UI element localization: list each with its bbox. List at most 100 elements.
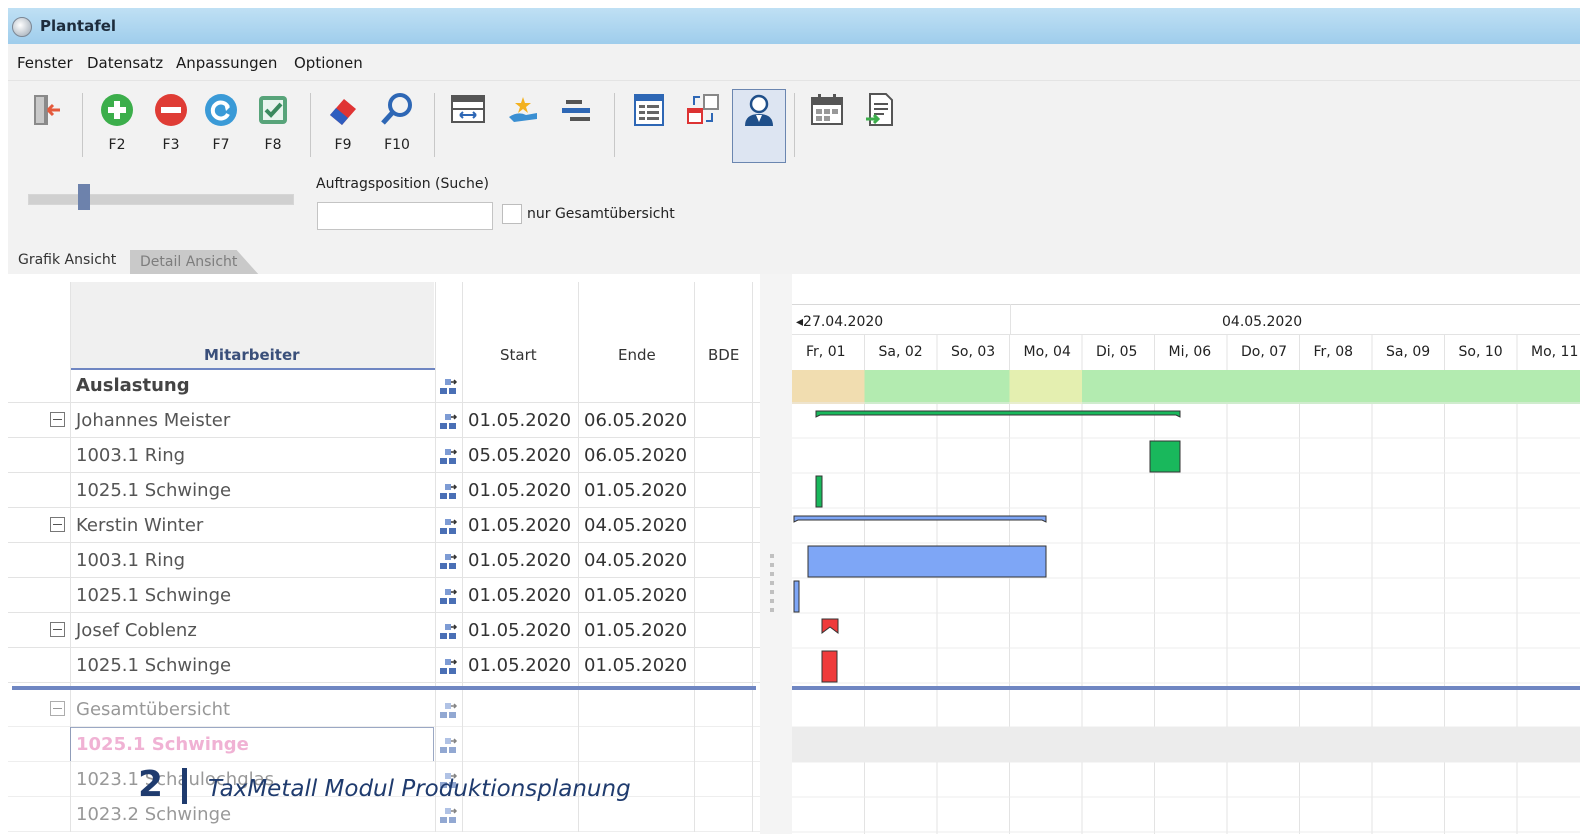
row-mitarbeiter: 1003.1 Ring [76,550,186,571]
calendar-button[interactable] [804,89,850,159]
user-icon [745,94,773,126]
row-mitarbeiter: 1025.1 Schwinge [76,480,232,501]
refresh-button[interactable]: F7 [198,89,244,159]
table-row[interactable]: 1025.1 Schwinge 01.05.2020 01.05.2020 [8,648,760,683]
menu-datensatz[interactable]: Datensatz [87,54,163,72]
row-link-button[interactable] [438,735,458,759]
save-button[interactable]: F8 [250,89,296,159]
tab-detail-ansicht[interactable]: Detail Ansicht [130,250,260,276]
row-link-button[interactable] [438,411,458,435]
add-button[interactable]: F2 [94,89,140,159]
page-number: 2 [138,764,164,805]
table-row[interactable]: Kerstin Winter 01.05.2020 04.05.2020 [8,508,760,543]
task-bar-1025-1-schwinge-jc [821,650,838,683]
load-cell [1154,370,1227,404]
row-ende: 01.05.2020 [584,480,688,501]
collapse-toggle[interactable] [50,412,65,427]
collapse-toggle[interactable] [50,622,65,637]
row-link-button[interactable] [438,481,458,505]
summary-marker-josef-coblenz [821,618,839,634]
align-icon [562,100,590,121]
row-link-button[interactable] [438,656,458,680]
link-icon [440,738,458,753]
auftragsposition-search-input[interactable] [317,202,493,230]
gesamtuebersicht-checkbox[interactable] [502,204,522,224]
menu-anpassungen[interactable]: Anpassungen [176,54,277,72]
overview-row[interactable]: Gesamtübersicht [8,692,760,727]
row-link-button[interactable] [438,551,458,575]
search-field-label: Auftragsposition (Suche) [316,176,489,192]
row-link-button[interactable] [438,621,458,645]
row-link-button[interactable] [438,805,458,829]
link-icon [440,589,458,604]
row-link-button[interactable] [438,700,458,724]
overview-row[interactable]: 1023.2 Schwinge [8,797,760,832]
panel-splitter[interactable] [760,274,792,834]
table-row[interactable]: Auslastung [8,368,760,403]
tab-grafik-ansicht[interactable]: Grafik Ansicht [18,252,116,268]
task-bar-1003-1-ring [1149,440,1181,473]
search-button[interactable]: F10 [374,89,420,159]
row-ende: 04.05.2020 [584,550,688,571]
row-link-button[interactable] [438,376,458,400]
task-bar-1025-1-schwinge-kw [793,580,800,613]
add-icon [101,94,133,126]
document-export-button[interactable] [858,89,904,159]
column-header-mitarbeiter[interactable]: Mitarbeiter [204,346,300,364]
zoom-slider-thumb[interactable] [78,184,90,210]
toolbar-separator [310,93,311,157]
table-row[interactable]: Josef Coblenz 01.05.2020 01.05.2020 [8,613,760,648]
column-header-bde[interactable]: BDE [708,346,739,364]
row-link-button[interactable] [438,516,458,540]
table-row[interactable]: 1025.1 Schwinge 01.05.2020 01.05.2020 [8,473,760,508]
toolbar-separator [794,93,795,157]
eraser-button[interactable]: F9 [320,89,366,159]
overview-row-name: Gesamtübersicht [76,699,231,720]
table-row[interactable]: 1025.1 Schwinge 01.05.2020 01.05.2020 [8,578,760,613]
table-row[interactable]: 1003.1 Ring 05.05.2020 06.05.2020 [8,438,760,473]
eraser-icon [330,99,356,125]
app-icon [12,17,32,37]
load-cell [1372,370,1445,404]
overview-row-name: 1023.2 Schwinge [76,804,232,825]
table-row[interactable]: Johannes Meister 01.05.2020 06.05.2020 [8,403,760,438]
hand-star-button[interactable] [500,89,546,159]
form-button[interactable] [626,89,672,159]
calendar-transfer-button[interactable] [680,89,726,159]
table-row[interactable]: 1003.1 Ring 01.05.2020 04.05.2020 [8,543,760,578]
toolbar-separator [82,93,83,157]
filter-row: Auftragsposition (Suche) nur Gesamtübers… [8,164,1580,246]
link-icon [440,449,458,464]
row-link-button[interactable] [438,586,458,610]
column-header-start[interactable]: Start [500,346,537,364]
exit-button[interactable] [22,89,68,159]
day-label: Mi, 06 [1168,344,1212,360]
menu-optionen[interactable]: Optionen [294,54,363,72]
row-mitarbeiter: Auslastung [76,375,190,396]
column-header-ende[interactable]: Ende [618,346,656,364]
collapse-toggle[interactable] [50,517,65,532]
save-label: F8 [264,137,282,153]
overview-row[interactable]: 1025.1 Schwinge [8,727,760,762]
link-icon [440,554,458,569]
grid-columns-button[interactable] [445,89,491,159]
zoom-slider-track[interactable] [28,194,294,205]
row-start: 01.05.2020 [468,655,572,676]
row-ende: 01.05.2020 [584,585,688,606]
eraser-label: F9 [334,137,352,153]
splitter-grip[interactable] [770,554,776,617]
row-start: 01.05.2020 [468,620,572,641]
user-button[interactable] [732,89,786,163]
row-mitarbeiter: 1025.1 Schwinge [76,655,232,676]
toolbar-separator [614,93,615,157]
day-label: Sa, 02 [878,344,923,360]
document-export-icon [866,93,893,126]
calendar-transfer-icon [687,94,719,124]
menu-fenster[interactable]: Fenster [17,54,73,72]
remove-button[interactable]: F3 [148,89,194,159]
plantafel-window: Plantafel Fenster Datensatz Anpassungen … [8,8,1580,834]
align-button[interactable] [554,89,600,159]
search-icon [381,93,412,125]
collapse-toggle[interactable] [50,701,65,716]
row-link-button[interactable] [438,446,458,470]
